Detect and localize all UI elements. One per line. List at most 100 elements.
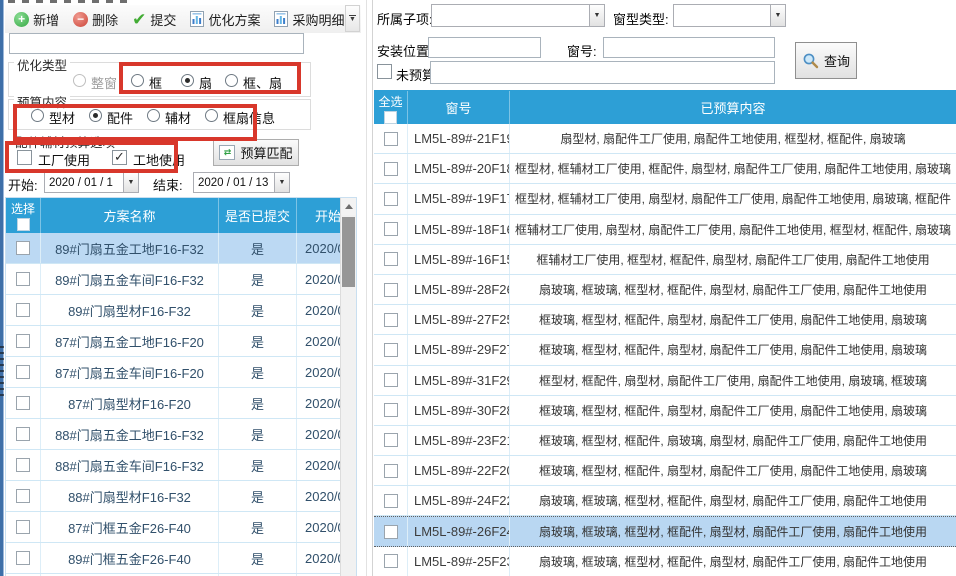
- scrollbar-thumb[interactable]: [342, 217, 355, 287]
- install-position-input[interactable]: [428, 37, 541, 58]
- radio-auxiliary[interactable]: [147, 109, 160, 122]
- row-select-cell[interactable]: [6, 481, 41, 511]
- row-select-cell[interactable]: [6, 295, 41, 325]
- row-checkbox[interactable]: [16, 458, 30, 472]
- radio-sash[interactable]: [181, 74, 194, 87]
- plan-table-scrollbar[interactable]: [340, 198, 356, 576]
- row-select-cell[interactable]: [374, 547, 408, 576]
- start-column-header[interactable]: 开始: [297, 198, 342, 233]
- row-checkbox[interactable]: [16, 489, 30, 503]
- row-select-cell[interactable]: [374, 184, 408, 213]
- row-select-cell[interactable]: [374, 396, 408, 425]
- budgeted-content-column-header[interactable]: 已预算内容: [510, 91, 956, 124]
- row-checkbox[interactable]: [16, 334, 30, 348]
- row-select-cell[interactable]: [374, 154, 408, 183]
- row-checkbox[interactable]: [384, 433, 398, 447]
- budget-row[interactable]: LM5L-89#-16F15框辅材工厂使用, 框型材, 框配件, 扇型材, 扇配…: [374, 245, 956, 275]
- row-select-cell[interactable]: [374, 275, 408, 304]
- row-checkbox[interactable]: [16, 520, 30, 534]
- row-checkbox[interactable]: [16, 551, 30, 565]
- scroll-up-icon[interactable]: [341, 198, 356, 215]
- budget-row[interactable]: LM5L-89#-27F25框玻璃, 框型材, 框配件, 扇型材, 扇配件工厂使…: [374, 305, 956, 335]
- delete-button[interactable]: − 删除: [66, 7, 125, 31]
- row-checkbox[interactable]: [384, 132, 398, 146]
- row-select-cell[interactable]: [374, 335, 408, 364]
- row-select-cell[interactable]: [6, 450, 41, 480]
- unbudgeted-input[interactable]: [430, 61, 775, 84]
- row-checkbox[interactable]: [384, 283, 398, 297]
- radio-accessory[interactable]: [89, 109, 102, 122]
- optimize-plan-button[interactable]: 优化方案: [183, 7, 267, 31]
- plan-row[interactable]: 87#门扇五金车间F16-F20是2020/0: [6, 357, 356, 388]
- row-select-cell[interactable]: [374, 486, 408, 515]
- row-select-cell[interactable]: [6, 512, 41, 542]
- budget-row[interactable]: LM5L-89#-20F18框型材, 框辅材工厂使用, 框配件, 扇型材, 扇配…: [374, 154, 956, 184]
- plan-filter-input[interactable]: [9, 33, 304, 54]
- row-checkbox[interactable]: [384, 464, 398, 478]
- row-checkbox[interactable]: [384, 192, 398, 206]
- budget-row[interactable]: LM5L-89#-23F21框玻璃, 框型材, 框配件, 扇玻璃, 扇型材, 扇…: [374, 426, 956, 456]
- submit-button[interactable]: ✔ 提交: [125, 7, 183, 31]
- chevron-down-icon[interactable]: ▼: [274, 173, 289, 192]
- submitted-column-header[interactable]: 是否已提交: [219, 198, 297, 233]
- row-select-cell[interactable]: [374, 215, 408, 244]
- row-checkbox[interactable]: [16, 303, 30, 317]
- budget-row[interactable]: LM5L-89#-29F27框玻璃, 框型材, 框配件, 扇型材, 扇配件工厂使…: [374, 335, 956, 365]
- unbudgeted-checkbox[interactable]: [377, 64, 392, 79]
- plan-name-column-header[interactable]: 方案名称: [41, 198, 219, 233]
- row-checkbox[interactable]: [384, 222, 398, 236]
- sub-item-select[interactable]: ▼: [431, 4, 605, 27]
- budget-row[interactable]: LM5L-89#-19F17框型材, 框辅材工厂使用, 扇型材, 扇配件工厂使用…: [374, 184, 956, 214]
- row-checkbox[interactable]: [384, 343, 398, 357]
- row-select-cell[interactable]: [6, 233, 41, 263]
- radio-profile[interactable]: [31, 109, 44, 122]
- plan-row[interactable]: 87#门框五金F26-F40是2020/0: [6, 512, 356, 543]
- budget-row[interactable]: LM5L-89#-28F26扇玻璃, 框玻璃, 框型材, 框配件, 扇型材, 扇…: [374, 275, 956, 305]
- plan-row[interactable]: 89#门框五金F26-F40是2020/0: [6, 543, 356, 574]
- select-all-checkbox[interactable]: [384, 111, 397, 124]
- row-select-cell[interactable]: [6, 264, 41, 294]
- row-select-cell[interactable]: [374, 426, 408, 455]
- window-no-column-header[interactable]: 窗号: [408, 91, 510, 124]
- plan-row[interactable]: 89#门扇五金车间F16-F32是2020/0: [6, 264, 356, 295]
- start-date-picker[interactable]: 2020 / 01 / 1 ▼: [44, 172, 139, 193]
- row-select-cell[interactable]: [6, 419, 41, 449]
- row-select-cell[interactable]: [374, 456, 408, 485]
- plan-row[interactable]: 88#门扇五金车间F16-F32是2020/0: [6, 450, 356, 481]
- chevron-down-icon[interactable]: ▼: [123, 173, 138, 192]
- end-date-picker[interactable]: 2020 / 01 / 13 ▼: [193, 172, 290, 193]
- splitter-handle[interactable]: [0, 346, 4, 400]
- row-select-cell[interactable]: [374, 245, 408, 274]
- row-select-cell[interactable]: [374, 366, 408, 395]
- chevron-down-icon[interactable]: ▼: [770, 5, 785, 26]
- row-checkbox[interactable]: [384, 554, 398, 568]
- row-checkbox[interactable]: [384, 162, 398, 176]
- row-select-cell[interactable]: [6, 326, 41, 356]
- row-select-cell[interactable]: [6, 388, 41, 418]
- budget-row[interactable]: LM5L-89#-30F28框玻璃, 框型材, 框配件, 扇型材, 扇配件工厂使…: [374, 396, 956, 426]
- plan-row[interactable]: 87#门扇五金工地F16-F20是2020/0: [6, 326, 356, 357]
- row-select-cell[interactable]: [6, 543, 41, 573]
- budget-row[interactable]: LM5L-89#-21F19扇型材, 扇配件工厂使用, 扇配件工地使用, 框型材…: [374, 124, 956, 154]
- row-checkbox[interactable]: [16, 272, 30, 286]
- budget-row[interactable]: LM5L-89#-18F16框辅材工厂使用, 扇型材, 扇配件工厂使用, 扇配件…: [374, 215, 956, 245]
- row-select-cell[interactable]: [374, 305, 408, 334]
- plan-row[interactable]: 89#门扇五金工地F16-F32是2020/0: [6, 233, 356, 264]
- budget-row[interactable]: LM5L-89#-22F20框玻璃, 框型材, 框配件, 扇型材, 扇配件工厂使…: [374, 456, 956, 486]
- plan-row[interactable]: 88#门扇五金工地F16-F32是2020/0: [6, 419, 356, 450]
- row-checkbox[interactable]: [384, 313, 398, 327]
- row-checkbox[interactable]: [384, 403, 398, 417]
- radio-frame-sash[interactable]: [225, 74, 238, 87]
- radio-frame[interactable]: [131, 74, 144, 87]
- select-all-checkbox[interactable]: [17, 218, 30, 231]
- plan-row[interactable]: 88#门扇型材F16-F32是2020/0: [6, 481, 356, 512]
- window-no-input[interactable]: [603, 37, 775, 58]
- row-checkbox[interactable]: [384, 494, 398, 508]
- row-select-cell[interactable]: [374, 517, 408, 545]
- row-select-cell[interactable]: [6, 357, 41, 387]
- budget-row[interactable]: LM5L-89#-31F29框型材, 框配件, 扇型材, 扇配件工厂使用, 扇配…: [374, 366, 956, 396]
- plan-row[interactable]: 89#门扇型材F16-F32是2020/0: [6, 295, 356, 326]
- budget-match-button[interactable]: ⇄ 预算匹配: [213, 139, 299, 166]
- row-checkbox[interactable]: [16, 427, 30, 441]
- budget-row[interactable]: LM5L-89#-25F23扇玻璃, 框玻璃, 框型材, 框配件, 扇型材, 扇…: [374, 547, 956, 576]
